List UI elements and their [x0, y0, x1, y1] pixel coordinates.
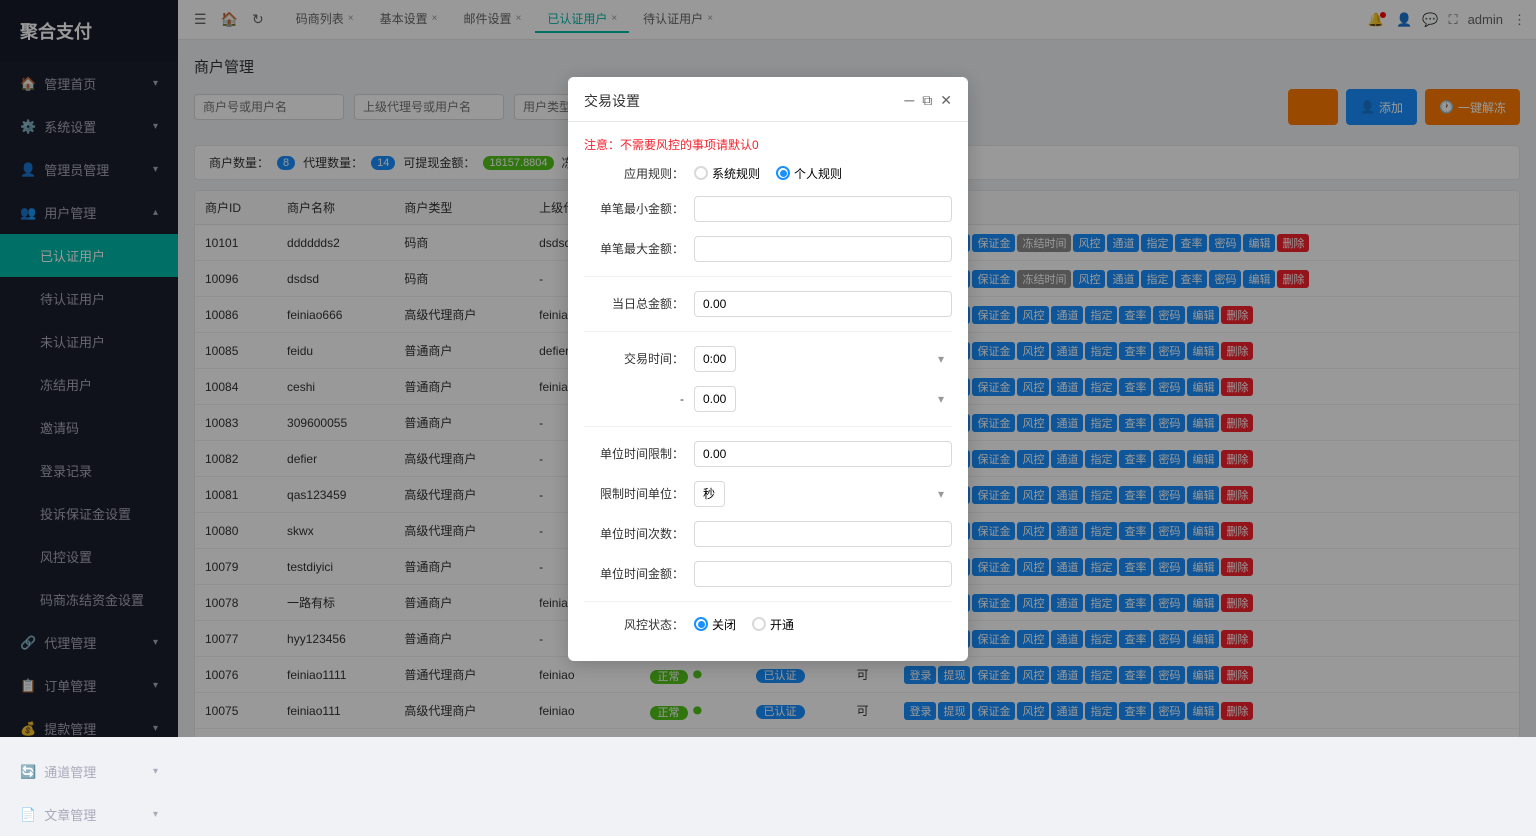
- unit-time-limit-input[interactable]: [694, 441, 952, 467]
- sidebar-item-channel[interactable]: 🔄 通道管理 ▾: [0, 750, 178, 793]
- max-amount-label: 单笔最大金额：: [584, 240, 694, 257]
- transaction-time-end-row: - 0.00: [584, 386, 952, 412]
- unit-time-limit-row: 单位时间限制：: [584, 441, 952, 467]
- channel-icon: 🔄: [20, 764, 36, 780]
- maximize-icon[interactable]: ⧉: [922, 92, 932, 109]
- sidebar-item-label: 文章管理: [44, 805, 96, 824]
- modal-overlay: 交易设置 ─ ⧉ ✕ 注意：不需要风控的事项请默认0 应用规则： 系统规则: [0, 0, 1536, 737]
- min-amount-input[interactable]: [694, 196, 952, 222]
- sidebar-item-article[interactable]: 📄 文章管理 ▾: [0, 793, 178, 836]
- risk-status-label: 风控状态：: [584, 616, 694, 633]
- min-amount-row: 单笔最小金额：: [584, 196, 952, 222]
- min-amount-label: 单笔最小金额：: [584, 200, 694, 217]
- sidebar-item-label: 通道管理: [44, 762, 96, 781]
- risk-off-radio[interactable]: [694, 617, 708, 631]
- limit-time-unit-label: 限制时间单位：: [584, 485, 694, 502]
- modal-controls: ─ ⧉ ✕: [904, 92, 952, 109]
- system-rule-radio[interactable]: [694, 166, 708, 180]
- unit-time-amount-row: 单位时间金额：: [584, 561, 952, 587]
- transaction-settings-modal: 交易设置 ─ ⧉ ✕ 注意：不需要风控的事项请默认0 应用规则： 系统规则: [568, 77, 968, 661]
- minimize-icon[interactable]: ─: [904, 92, 914, 109]
- rule-radio-group: 系统规则 个人规则: [694, 165, 842, 182]
- article-icon: 📄: [20, 807, 36, 823]
- daily-total-row: 当日总金额：: [584, 291, 952, 317]
- transaction-time-label: 交易时间：: [584, 350, 694, 367]
- risk-status-row: 风控状态： 关闭 开通: [584, 616, 952, 633]
- daily-total-label: 当日总金额：: [584, 295, 694, 312]
- modal-body: 注意：不需要风控的事项请默认0 应用规则： 系统规则 个人规则 单笔最: [568, 122, 968, 661]
- chevron-icon: ▾: [153, 809, 158, 820]
- apply-rule-row: 应用规则： 系统规则 个人规则: [584, 165, 952, 182]
- risk-off-option[interactable]: 关闭: [694, 616, 736, 633]
- unit-time-amount-label: 单位时间金额：: [584, 565, 694, 582]
- unit-time-count-label: 单位时间次数：: [584, 525, 694, 542]
- modal-header: 交易设置 ─ ⧉ ✕: [568, 77, 968, 122]
- chevron-icon: ▾: [153, 766, 158, 777]
- modal-title: 交易设置: [584, 91, 640, 111]
- apply-rule-label: 应用规则：: [584, 165, 694, 182]
- personal-rule-option[interactable]: 个人规则: [776, 165, 842, 182]
- risk-on-option[interactable]: 开通: [752, 616, 794, 633]
- daily-total-input[interactable]: [694, 291, 952, 317]
- risk-status-radio-group: 关闭 开通: [694, 616, 794, 633]
- max-amount-row: 单笔最大金额：: [584, 236, 952, 262]
- limit-time-unit-select[interactable]: 秒 分 时: [694, 481, 725, 507]
- max-amount-input[interactable]: [694, 236, 952, 262]
- personal-rule-radio[interactable]: [776, 166, 790, 180]
- time-end-select[interactable]: 0.00: [694, 386, 736, 412]
- risk-on-radio[interactable]: [752, 617, 766, 631]
- transaction-time-sep: -: [584, 392, 694, 406]
- unit-time-count-row: 单位时间次数：: [584, 521, 952, 547]
- unit-time-count-input[interactable]: [694, 521, 952, 547]
- system-rule-option[interactable]: 系统规则: [694, 165, 760, 182]
- transaction-time-row: 交易时间： 0:00: [584, 346, 952, 372]
- time-start-select[interactable]: 0:00: [694, 346, 736, 372]
- unit-time-amount-input[interactable]: [694, 561, 952, 587]
- close-icon[interactable]: ✕: [940, 92, 952, 109]
- limit-time-unit-row: 限制时间单位： 秒 分 时: [584, 481, 952, 507]
- modal-notice: 注意：不需要风控的事项请默认0: [584, 136, 952, 153]
- unit-time-limit-label: 单位时间限制：: [584, 445, 694, 462]
